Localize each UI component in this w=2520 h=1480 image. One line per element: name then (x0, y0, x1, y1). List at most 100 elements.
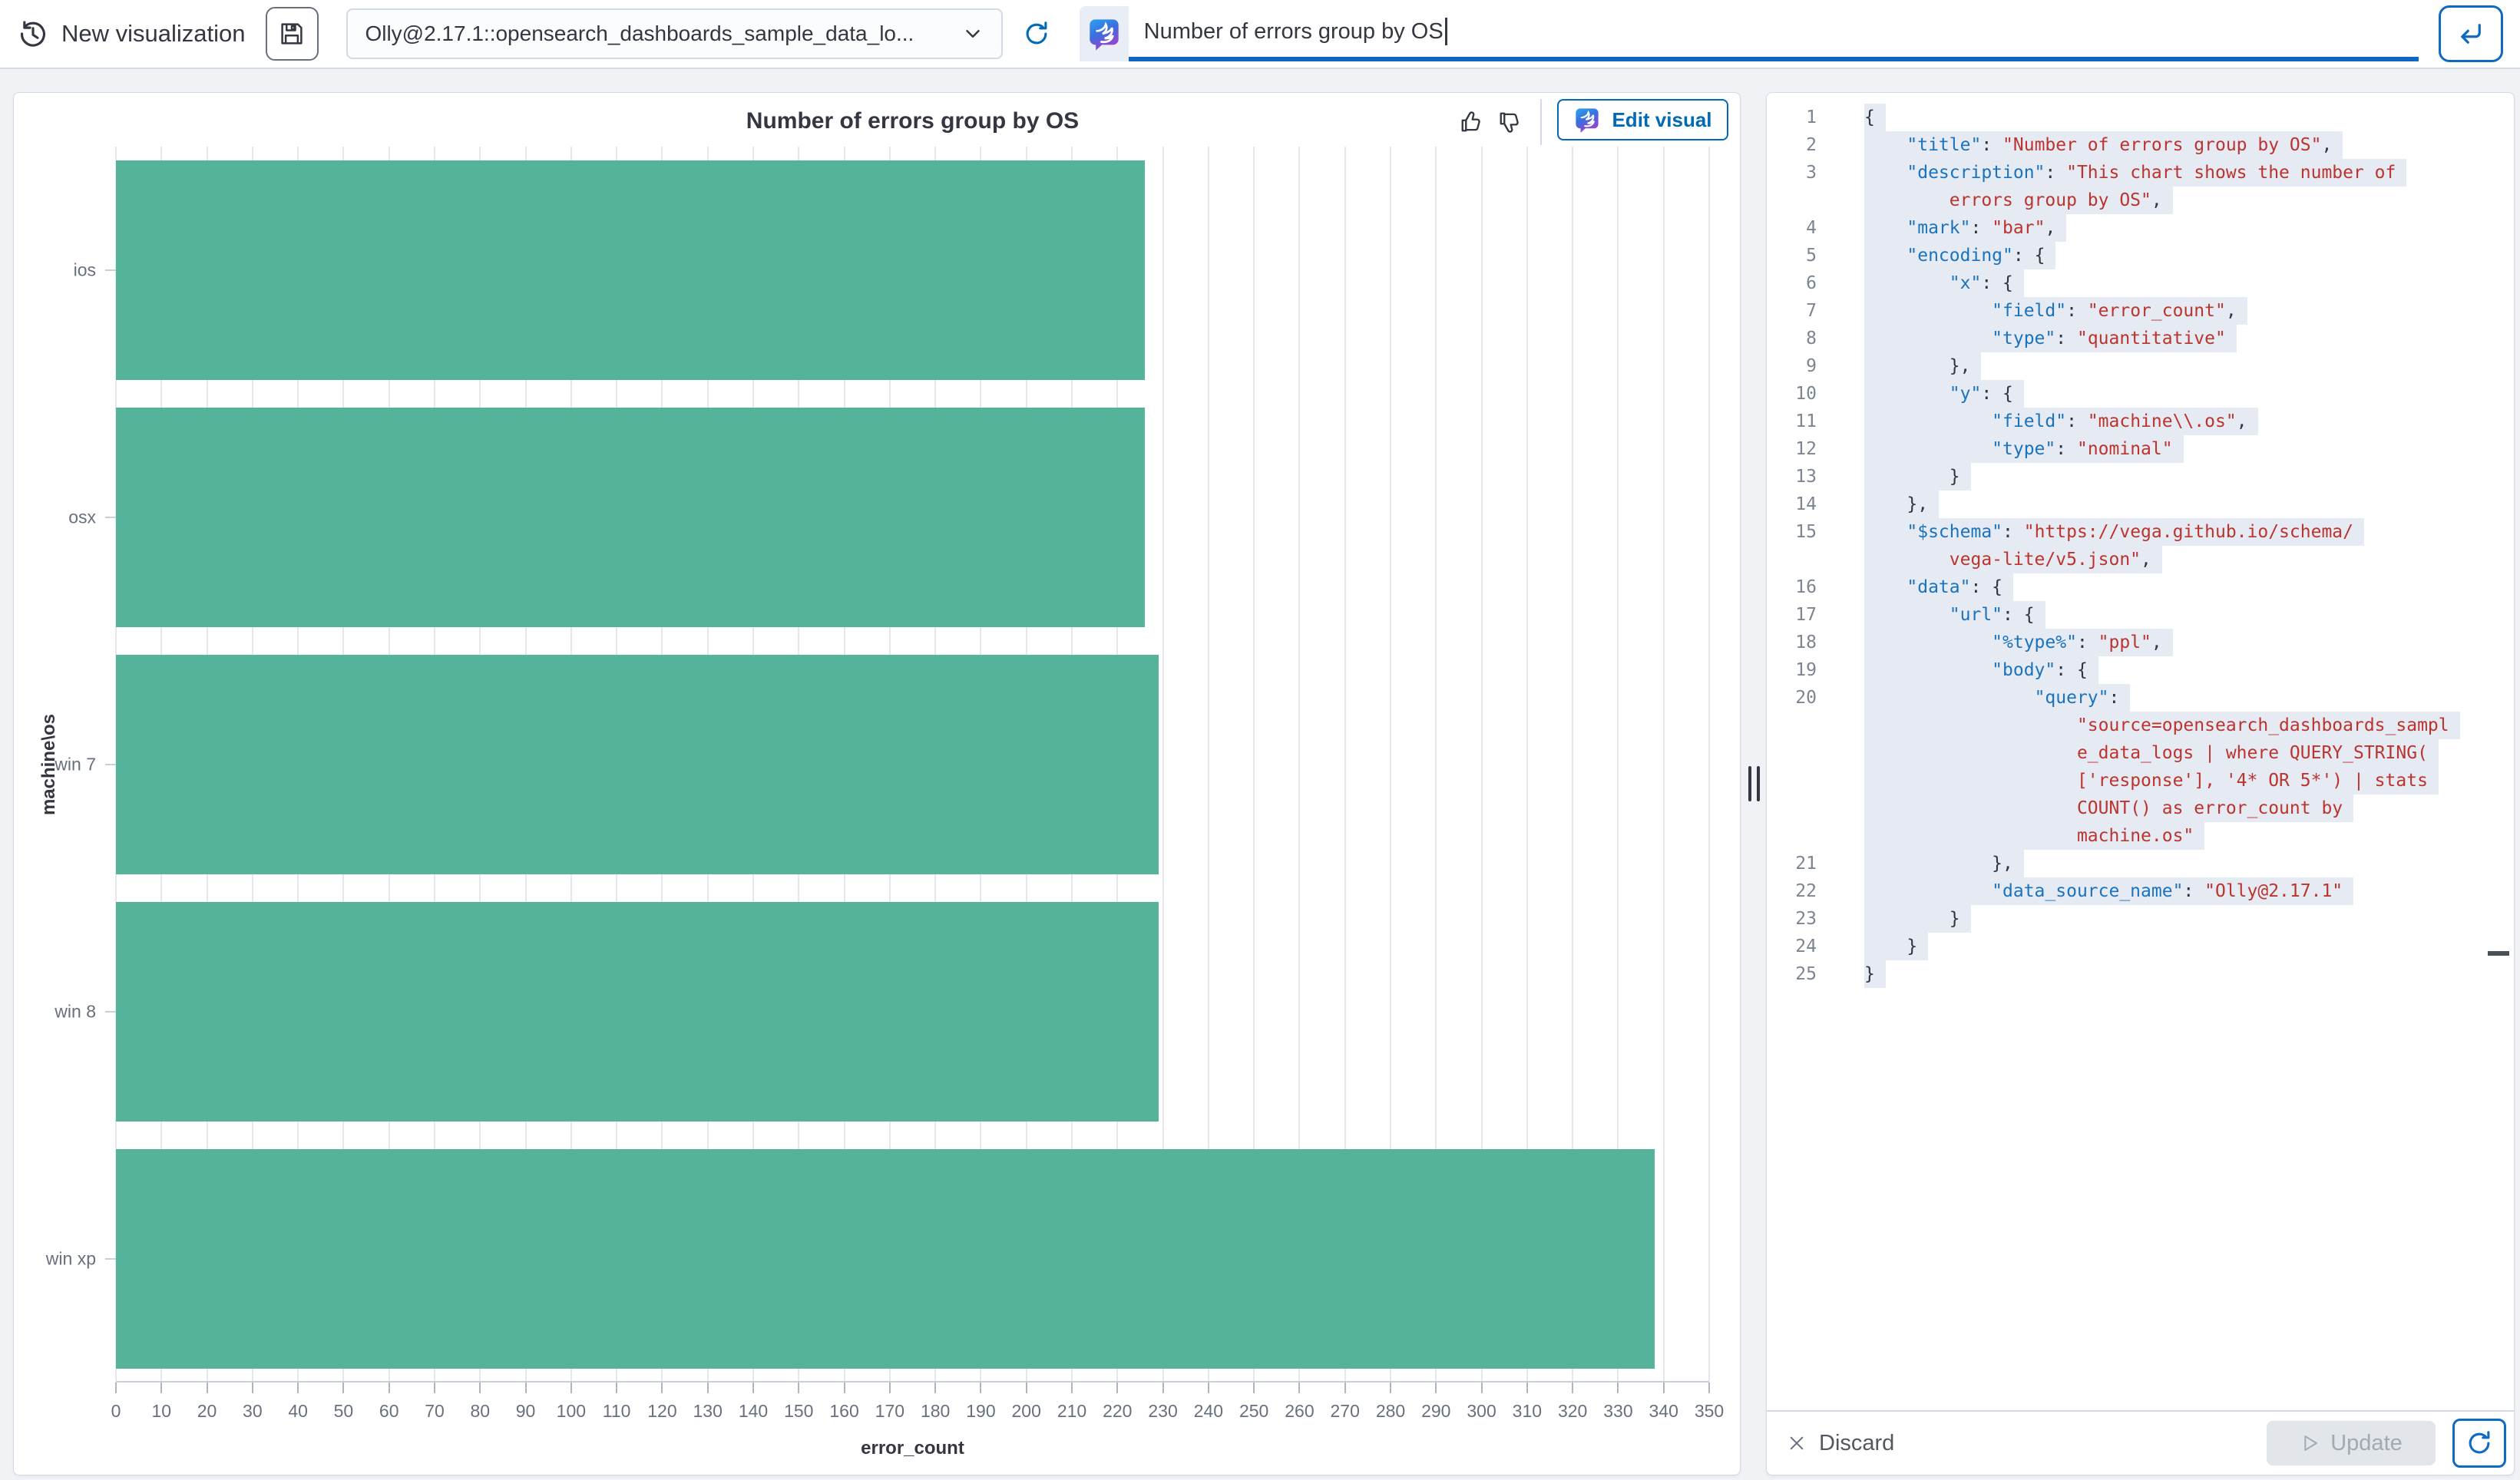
vega-spec-editor-panel: 1{2 "title": "Number of errors group by … (1766, 92, 2515, 1475)
panel-resize-handle[interactable] (1741, 92, 1766, 1475)
code-line-text: vega-lite/v5.json", (1864, 546, 2162, 573)
chart-panel: Number of errors group by OS (13, 92, 1741, 1475)
update-button[interactable]: Update (2267, 1421, 2436, 1465)
discard-label: Discard (1819, 1431, 1894, 1456)
code-line: 25} (1767, 960, 2514, 988)
line-number: 22 (1767, 877, 1840, 905)
code-line-text: COUNT() as error_count by (1864, 795, 2353, 822)
editor-footer: Discard Update (1767, 1410, 2514, 1475)
x-axis-tick-label: 310 (1513, 1401, 1542, 1422)
edit-visual-button[interactable]: Edit visual (1557, 99, 1728, 140)
datasource-refresh-button[interactable] (1018, 15, 1055, 52)
code-line: 16 "data": { (1767, 573, 2514, 601)
x-axis-tick-label: 150 (784, 1401, 813, 1422)
bar-chart-plot-area: 0102030405060708090100110120130140150160… (116, 147, 1709, 1383)
y-axis-tick (105, 1011, 116, 1013)
code-line: 1{ (1767, 104, 2514, 131)
line-number (1767, 712, 1840, 739)
resize-grip-icon (1748, 766, 1760, 801)
line-number: 23 (1767, 905, 1840, 933)
line-number: 15 (1767, 518, 1840, 546)
code-line-text: machine.os" (1864, 822, 2204, 850)
x-axis-tick-label: 280 (1376, 1401, 1405, 1422)
line-number (1767, 795, 1840, 822)
save-button[interactable] (266, 7, 319, 61)
code-line: 10 "y": { (1767, 380, 2514, 408)
x-axis-tick-label: 70 (425, 1401, 445, 1422)
x-axis-tick (1526, 1383, 1528, 1393)
code-line-text: "query": (1864, 684, 2130, 712)
code-line: 15 "$schema": "https://vega.github.io/sc… (1767, 518, 2514, 546)
x-axis-tick (252, 1383, 253, 1393)
x-axis-tick-label: 320 (1558, 1401, 1587, 1422)
code-line: 23 } (1767, 905, 2514, 933)
code-line: 9 }, (1767, 352, 2514, 380)
x-axis-tick (1162, 1383, 1164, 1393)
line-number (1767, 739, 1840, 767)
x-axis-tick (980, 1383, 981, 1393)
x-axis-tick (297, 1383, 299, 1393)
x-axis-tick (616, 1383, 617, 1393)
line-number: 25 (1767, 960, 1840, 988)
code-line-text: errors group by OS", (1864, 187, 2173, 214)
line-number: 18 (1767, 629, 1840, 656)
x-axis-tick-label: 80 (470, 1401, 490, 1422)
line-number: 12 (1767, 435, 1840, 463)
submit-query-button[interactable] (2439, 5, 2503, 62)
x-axis-tick-label: 240 (1194, 1401, 1223, 1422)
header-divider (1540, 99, 1542, 145)
x-axis-tick (1298, 1383, 1300, 1393)
x-axis-tick-label: 330 (1603, 1401, 1632, 1422)
x-axis-tick (1435, 1383, 1437, 1393)
code-line-text: "description": "This chart shows the num… (1864, 159, 2406, 187)
line-number: 5 (1767, 242, 1840, 269)
code-line: 18 "%type%": "ppl", (1767, 629, 2514, 656)
line-number: 6 (1767, 269, 1840, 297)
code-line-text: "field": "error_count", (1864, 297, 2247, 325)
discard-button[interactable]: Discard (1787, 1431, 1894, 1456)
code-line-text: { (1864, 104, 1886, 131)
nl-query-input[interactable]: Number of errors group by OS (1129, 6, 2419, 61)
x-axis-tick (1026, 1383, 1027, 1393)
chevron-down-icon (961, 22, 984, 45)
thumbs-up-button[interactable] (1454, 105, 1488, 139)
code-line: 20 "query": (1767, 684, 2514, 712)
code-line: 8 "type": "quantitative" (1767, 325, 2514, 352)
new-visualization-button[interactable]: New visualization (17, 18, 246, 50)
line-number: 7 (1767, 297, 1840, 325)
x-axis-tick (889, 1383, 891, 1393)
x-axis-tick-label: 110 (603, 1401, 631, 1422)
thumbs-down-button[interactable] (1493, 105, 1526, 139)
x-axis-tick (752, 1383, 754, 1393)
x-axis-tick-label: 300 (1467, 1401, 1496, 1422)
line-number: 8 (1767, 325, 1840, 352)
line-number: 20 (1767, 684, 1840, 712)
code-line-text: "url": { (1864, 601, 2045, 629)
line-number: 2 (1767, 131, 1840, 159)
x-axis-tick-label: 190 (966, 1401, 995, 1422)
y-axis-tick-label: ios (0, 260, 96, 281)
x-axis-tick (661, 1383, 663, 1393)
x-axis-tick-label: 0 (111, 1401, 121, 1422)
x-axis-tick-label: 40 (288, 1401, 308, 1422)
datasource-select[interactable]: Olly@2.17.1::opensearch_dashboards_sampl… (346, 8, 1002, 59)
editor-refresh-button[interactable] (2452, 1419, 2506, 1468)
assistant-chat-bubble-icon (1573, 106, 1601, 134)
line-number: 1 (1767, 104, 1840, 131)
code-editor[interactable]: 1{2 "title": "Number of errors group by … (1767, 93, 2514, 1410)
line-number: 24 (1767, 933, 1840, 960)
code-line: 22 "data_source_name": "Olly@2.17.1" (1767, 877, 2514, 905)
code-line-text: } (1864, 905, 1971, 933)
y-axis-tick-label: osx (0, 507, 96, 528)
line-number (1767, 546, 1840, 573)
x-axis-tick (1663, 1383, 1665, 1393)
code-line-text: e_data_logs | where QUERY_STRING( (1864, 739, 2439, 767)
x-axis-tick-label: 290 (1421, 1401, 1450, 1422)
assistant-chat-bubble-icon (1080, 6, 1129, 61)
x-axis-tick (160, 1383, 162, 1393)
refresh-icon (1022, 19, 1051, 48)
code-line-text: }, (1864, 850, 2024, 877)
code-line: 4 "mark": "bar", (1767, 214, 2514, 242)
line-number: 11 (1767, 408, 1840, 435)
x-axis-tick (1344, 1383, 1346, 1393)
